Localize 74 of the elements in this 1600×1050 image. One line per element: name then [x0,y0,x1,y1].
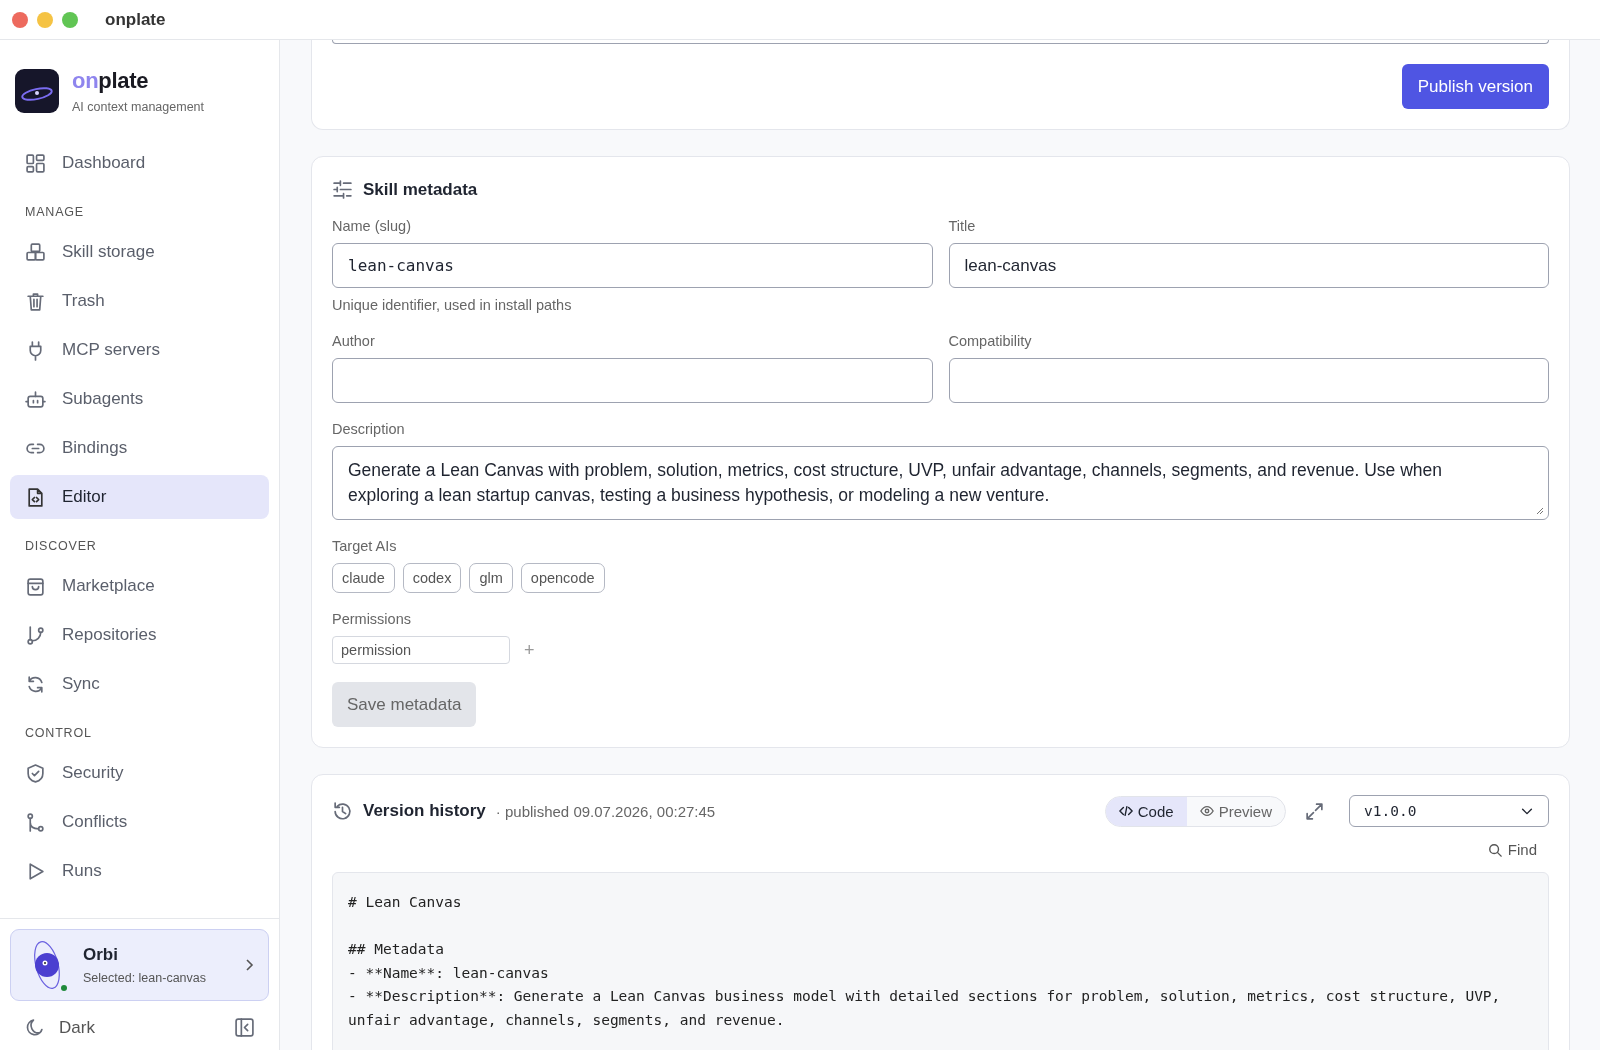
nav-item[interactable]: Subagents [10,377,269,421]
trash-icon [25,290,46,312]
text-field[interactable]: lean-canvas [948,243,1549,288]
field-label: Title [948,218,977,234]
assistant-name: Orbi [83,945,119,965]
section-heading: CONTROL [24,725,93,742]
field-hint: Unique identifier, used in install paths [332,297,573,313]
permission-field[interactable]: permission [332,636,510,664]
find-button[interactable]: Find [1487,841,1537,858]
section-heading: MANAGE [24,204,85,221]
shield-icon [25,762,46,784]
file-code-icon [25,486,46,508]
minimize-button[interactable] [37,11,53,28]
nav-item[interactable]: Editor [10,475,269,519]
code-text: # Lean Canvas ## Metadata - **Name**: lean-canvas - **Description**: Generate a Lean Canvas business model with detailed sections for problem, solution, metrics, cost structure, UVP, unfair advantage, channels, segments, and revenue. [348,893,1502,1030]
branch-icon [25,624,46,646]
ai-chip[interactable]: claude [332,563,395,593]
nav-item[interactable]: Bindings [10,426,269,470]
sliders-icon [332,179,353,200]
publish-button[interactable]: Publish version [1401,64,1549,109]
expand-icon[interactable] [1304,800,1325,822]
nav-item[interactable]: Security [10,751,269,795]
assistant-card[interactable]: Orbi Selected: lean-canvas [10,929,269,1001]
chevron-right-icon [244,958,254,972]
view-tab[interactable]: Code [1105,796,1187,826]
text-field[interactable]: lean-canvas [332,243,933,288]
field-label: Permissions [332,611,412,627]
field-label: Target AIs [332,538,398,554]
field-label: Author [332,333,376,349]
field-label: Name (slug) [332,218,412,234]
robot-icon [25,388,46,410]
ai-chip[interactable]: opencode [520,563,605,593]
eye-icon [1199,804,1214,818]
text-field[interactable] [332,358,933,403]
app-tagline: AI context management [72,100,205,114]
section-heading: DISCOVER [24,538,98,555]
window-title: onplate [105,9,166,30]
sync-icon [25,673,46,695]
section-title: Skill metadata [363,179,478,200]
view-tab[interactable]: Preview [1186,796,1285,826]
cubes-icon [25,241,46,263]
zoom-button[interactable] [62,11,78,28]
moon-icon [24,1017,45,1038]
text-field[interactable] [948,358,1549,403]
field-label: Description [332,421,406,437]
nav-item[interactable]: Trash [10,279,269,323]
section-title: Version history [363,801,486,821]
ai-chip[interactable]: codex [402,563,462,593]
app-name: onplate [72,68,150,94]
version-select[interactable]: v1.0.0 [1349,795,1549,827]
nav-item[interactable]: MCP servers [10,328,269,372]
nav-item[interactable]: Conflicts [10,800,269,844]
ai-chip[interactable]: glm [469,563,513,593]
nav-item[interactable]: Skill storage [10,230,269,274]
close-button[interactable] [12,11,28,28]
published-date: · published 09.07.2026, 00:27:45 [495,802,716,820]
theme-toggle[interactable]: Dark [24,1017,95,1038]
nav-item[interactable]: Marketplace [10,564,269,608]
nav-item[interactable]: Sync [10,662,269,706]
resize-handle-icon[interactable] [1534,505,1544,515]
app-logo [15,69,59,113]
history-icon [332,800,353,822]
field-label: Compatibility [948,333,1033,349]
nav-item[interactable]: Runs [10,849,269,893]
description-field[interactable]: Generate a Lean Canvas with problem, solution, metrics, cost structure, UVP, unfair advantage, channels, segments, and revenue. Use when exploring a lean startup canvas, testing a business hypothesis, or modeling a new venture. [332,446,1549,520]
search-icon [1487,842,1502,857]
merge-icon [25,811,46,833]
code-icon [1118,804,1133,818]
bag-icon [25,575,46,597]
nav-item[interactable]: Dashboard [10,142,269,185]
collapse-sidebar-icon[interactable] [234,1017,255,1038]
assistant-status: Selected: lean-canvas [83,971,207,985]
nav-item[interactable]: Repositories [10,613,269,657]
grid-icon [25,152,46,174]
